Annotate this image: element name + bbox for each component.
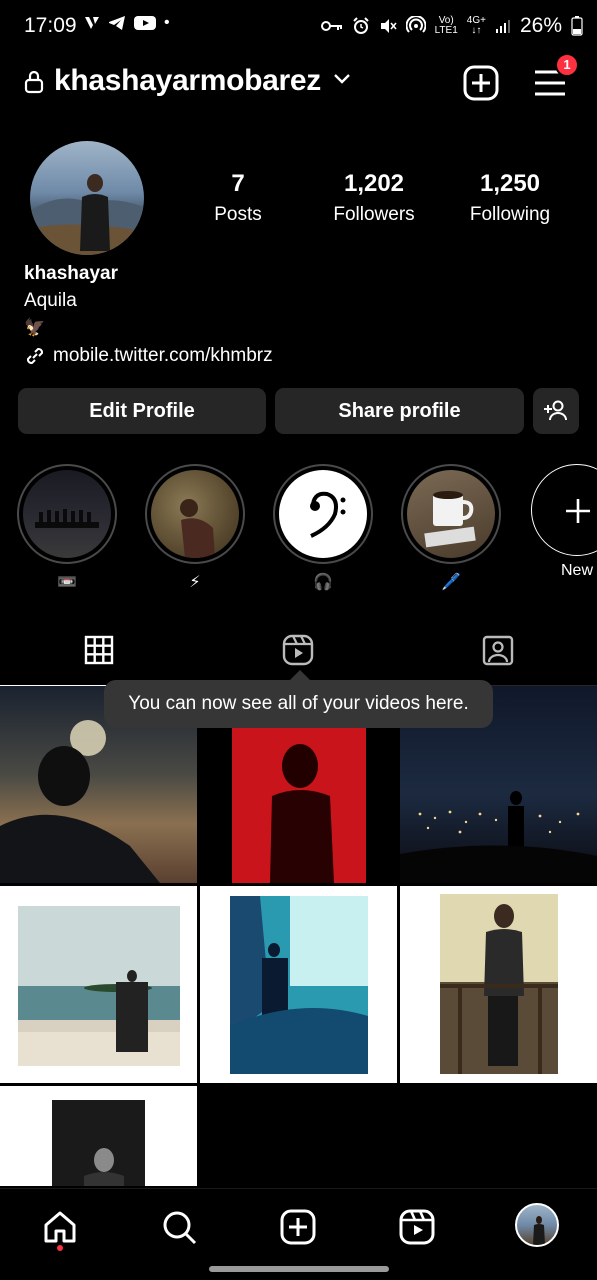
tagged-icon — [482, 635, 514, 666]
highlight-label: 🖊️ — [441, 574, 461, 591]
add-user-icon — [544, 400, 567, 421]
avatar-photo — [30, 174, 144, 255]
youtube-icon — [134, 16, 156, 30]
highlight-ring — [273, 464, 373, 564]
volte-indicator: Vo) LTE1 — [434, 15, 458, 36]
status-time: 17:09 — [24, 14, 77, 37]
home-icon[interactable] — [40, 1207, 80, 1247]
mute-icon — [380, 19, 397, 33]
battery-icon — [571, 16, 583, 36]
display-name: khashayar — [24, 263, 119, 284]
search-icon[interactable] — [159, 1207, 199, 1247]
stat-label: Followers — [333, 204, 415, 225]
stat-label: Posts — [214, 204, 262, 225]
battery-percent: 26% — [519, 14, 562, 37]
tab-tagged[interactable] — [398, 630, 597, 686]
share-profile-button[interactable]: Share profile — [275, 388, 524, 434]
post-thumbnail[interactable] — [400, 886, 597, 1083]
edit-profile-button[interactable]: Edit Profile — [18, 388, 266, 434]
account-username[interactable]: khashayarmobarez — [54, 64, 321, 98]
chevron-down-icon[interactable] — [332, 72, 352, 86]
new-highlight-ring — [531, 464, 597, 556]
plus-icon — [566, 499, 590, 523]
signal-icon — [495, 20, 510, 33]
create-post-icon[interactable] — [463, 65, 499, 101]
status-notification-icons: • — [84, 14, 170, 32]
profile-avatar-tab[interactable] — [515, 1203, 559, 1247]
stat-followers[interactable]: 1,202 Followers — [304, 170, 444, 226]
new-highlight-label: New — [560, 562, 593, 579]
profile-header: khashayarmobarez 1 — [0, 53, 597, 110]
story-highlight[interactable]: 📼 — [17, 464, 117, 592]
reels-icon — [282, 634, 314, 666]
tooltip-arrow — [290, 670, 310, 680]
bio-text: Aquila — [24, 290, 77, 311]
v-app-icon — [85, 17, 99, 29]
highlight-label: 🎧 — [313, 574, 333, 591]
post-thumbnail[interactable] — [200, 886, 397, 1083]
highlight-ring — [401, 464, 501, 564]
more-dot-icon: • — [164, 14, 170, 31]
discover-people-button[interactable] — [533, 388, 579, 434]
create-icon[interactable] — [278, 1207, 318, 1247]
reels-icon[interactable] — [397, 1207, 437, 1247]
stat-value: 1,250 — [479, 170, 541, 197]
story-highlight[interactable]: ⚡ — [145, 464, 245, 592]
highlight-cover — [23, 470, 111, 558]
stat-value: 7 — [231, 170, 245, 197]
data-indicator: 4G+ ↓↑ — [466, 15, 486, 36]
notification-badge: 1 — [555, 53, 579, 77]
telegram-icon — [109, 16, 125, 30]
profile-link-text[interactable]: mobile.twitter.com/khmbrz — [53, 345, 273, 367]
highlight-cover — [151, 470, 239, 558]
highlight-label: ⚡ — [189, 574, 201, 591]
highlight-ring — [145, 464, 245, 564]
bio-emoji: 🦅 — [24, 318, 46, 337]
stat-following[interactable]: 1,250 Following — [440, 170, 580, 226]
highlight-cover — [279, 470, 367, 558]
bass-clef-icon — [310, 491, 346, 538]
status-bar: 17:09 • Vo) LTE1 4G+ ↓↑ 26% — [0, 0, 597, 56]
profile-avatar[interactable] — [30, 141, 144, 255]
link-icon — [26, 347, 44, 365]
highlight-label: 📼 — [57, 574, 77, 591]
status-system-icons: Vo) LTE1 4G+ ↓↑ 26% — [320, 14, 583, 38]
hotspot-icon — [405, 16, 426, 33]
profile-link[interactable]: mobile.twitter.com/khmbrz — [24, 345, 273, 367]
home-notification-dot — [57, 1245, 63, 1251]
stat-label: Following — [469, 204, 551, 225]
new-highlight[interactable]: New — [527, 464, 597, 582]
story-highlight[interactable]: 🎧 — [273, 464, 373, 592]
tab-posts-grid[interactable] — [0, 630, 199, 687]
post-thumbnail[interactable] — [0, 1086, 197, 1186]
story-highlight[interactable]: 🖊️ — [401, 464, 501, 592]
stat-posts[interactable]: 7 Posts — [168, 170, 308, 226]
stat-value: 1,202 — [343, 170, 405, 197]
reels-tooltip[interactable]: You can now see all of your videos here. — [104, 680, 493, 728]
lock-icon — [24, 70, 44, 94]
highlight-ring — [17, 464, 117, 564]
grid-icon — [84, 635, 114, 665]
vpn-key-icon — [320, 21, 342, 31]
post-thumbnail[interactable] — [0, 886, 197, 1083]
alarm-icon — [352, 17, 369, 34]
highlight-cover — [407, 470, 495, 558]
home-indicator — [209, 1266, 389, 1272]
